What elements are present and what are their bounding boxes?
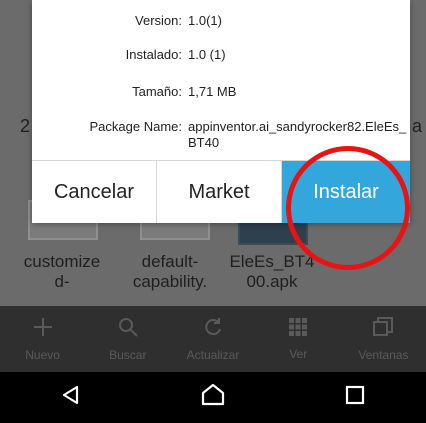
package-label: Package Name: bbox=[89, 119, 183, 134]
recents-icon bbox=[345, 385, 365, 410]
dialog-button-row: Cancelar Market Instalar bbox=[32, 160, 410, 223]
tool-label: Ventanas bbox=[358, 348, 409, 362]
new-button[interactable]: Nuevo bbox=[0, 306, 85, 372]
install-button[interactable]: Instalar bbox=[282, 161, 410, 223]
plus-icon bbox=[32, 316, 54, 344]
back-icon bbox=[60, 384, 82, 411]
installed-value: 1.0 (1) bbox=[188, 47, 226, 62]
size-label: Tamaño: bbox=[132, 84, 182, 99]
navigation-bar bbox=[0, 372, 426, 423]
search-button[interactable]: Buscar bbox=[85, 306, 170, 372]
market-button[interactable]: Market bbox=[157, 161, 282, 223]
search-icon bbox=[117, 316, 139, 344]
recents-button[interactable] bbox=[325, 378, 385, 418]
version-value: 1.0(1) bbox=[188, 13, 222, 28]
bottom-toolbar: Nuevo Buscar Actualizar Ver Ventanas bbox=[0, 306, 426, 372]
installed-label: Instalado: bbox=[125, 47, 182, 62]
grid-icon bbox=[288, 317, 308, 343]
file-name[interactable]: EleEs_BT4 00.apk bbox=[222, 252, 322, 292]
tool-label: Actualizar bbox=[186, 348, 240, 362]
partial-file-label-right: a bbox=[412, 116, 423, 136]
windows-icon bbox=[372, 316, 394, 344]
file-name[interactable]: customize d- bbox=[12, 252, 112, 292]
home-icon bbox=[200, 383, 226, 412]
file-name[interactable]: default- capability. bbox=[120, 252, 220, 292]
size-row: Tamaño: 1,71 MB bbox=[32, 84, 410, 102]
cancel-button[interactable]: Cancelar bbox=[32, 161, 157, 223]
partial-file-label-left: 2 bbox=[20, 116, 31, 136]
install-dialog: Version: 1.0(1) Instalado: 1.0 (1) Tamañ… bbox=[32, 0, 410, 223]
package-row: Package Name: appinventor.ai_sandyrocker… bbox=[32, 119, 410, 153]
home-button[interactable] bbox=[183, 378, 243, 418]
package-value: appinventor.ai_sandyrocker82.EleEs_BT40 bbox=[188, 119, 407, 150]
installed-row: Instalado: 1.0 (1) bbox=[32, 47, 410, 65]
tool-label: Ver bbox=[289, 347, 308, 361]
version-label: Version: bbox=[135, 13, 182, 28]
windows-button[interactable]: Ventanas bbox=[341, 306, 426, 372]
size-value: 1,71 MB bbox=[188, 84, 237, 99]
back-button[interactable] bbox=[41, 378, 101, 418]
tool-label: Buscar bbox=[109, 348, 147, 362]
refresh-icon bbox=[202, 316, 224, 344]
version-row: Version: 1.0(1) bbox=[32, 13, 410, 31]
view-button[interactable]: Ver bbox=[256, 306, 341, 372]
refresh-button[interactable]: Actualizar bbox=[170, 306, 255, 372]
tool-label: Nuevo bbox=[25, 348, 60, 362]
